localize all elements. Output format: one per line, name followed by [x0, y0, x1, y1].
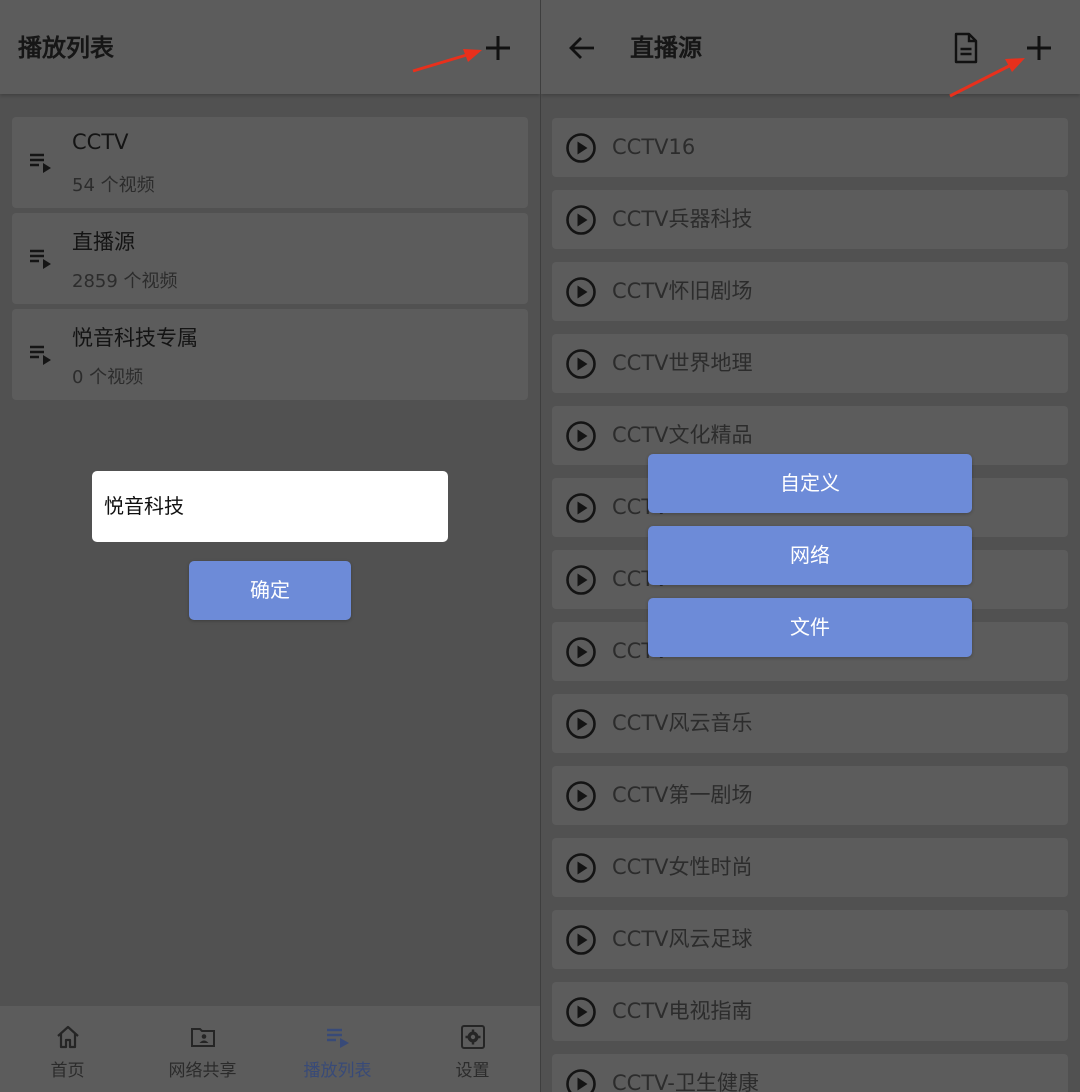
nav-item-playlist[interactable]: 播放列表 — [270, 1006, 405, 1092]
add-icon[interactable] — [1025, 34, 1053, 62]
play-circle-icon — [565, 708, 597, 744]
channel-item[interactable]: CCTV16 — [552, 118, 1068, 177]
channel-label: CCTV-卫生健康 — [612, 1071, 759, 1092]
top-app-bar: 播放列表 — [0, 0, 540, 94]
settings-icon — [460, 1024, 486, 1054]
channel-item[interactable]: CCTV世界地理 — [552, 334, 1068, 393]
play-circle-icon — [565, 636, 597, 672]
channel-item[interactable]: CCTV怀旧剧场 — [552, 262, 1068, 321]
confirm-button[interactable]: 确定 — [189, 561, 351, 620]
play-circle-icon — [565, 348, 597, 384]
play-circle-icon — [565, 276, 597, 312]
playlist-count: 54 个视频 — [72, 175, 155, 196]
play-circle-icon — [565, 852, 597, 888]
nav-item-settings[interactable]: 设置 — [405, 1006, 540, 1092]
channel-item[interactable]: CCTV电视指南 — [552, 982, 1068, 1041]
playlist-icon — [29, 151, 53, 177]
bottom-navigation: 首页 网络共享 播放列表 设置 — [0, 1006, 540, 1092]
playlist-count: 0 个视频 — [72, 367, 144, 388]
menu-item-network[interactable]: 网络 — [648, 526, 972, 585]
play-circle-icon — [565, 996, 597, 1032]
channel-item[interactable]: CCTV第一剧场 — [552, 766, 1068, 825]
playlist-title: 直播源 — [72, 230, 135, 254]
nav-item-network-share[interactable]: 网络共享 — [135, 1006, 270, 1092]
channel-label: CCTV世界地理 — [612, 351, 753, 375]
channel-label: CCTV怀旧剧场 — [612, 279, 753, 303]
playlist-name-input[interactable]: 悦音科技 — [92, 471, 448, 542]
play-circle-icon — [565, 924, 597, 960]
home-icon — [55, 1024, 81, 1054]
playlist-item[interactable]: 直播源 2859 个视频 — [12, 213, 528, 304]
menu-item-custom[interactable]: 自定义 — [648, 454, 972, 513]
channel-item[interactable]: CCTV风云音乐 — [552, 694, 1068, 753]
channel-item[interactable]: CCTV-卫生健康 — [552, 1054, 1068, 1092]
play-circle-icon — [565, 420, 597, 456]
playlist-title: CCTV — [72, 130, 129, 154]
channel-item[interactable]: CCTV风云足球 — [552, 910, 1068, 969]
play-circle-icon — [565, 132, 597, 168]
channel-label: CCTV女性时尚 — [612, 855, 753, 879]
add-icon[interactable] — [484, 34, 512, 62]
page-title: 播放列表 — [18, 34, 114, 62]
channel-label: CCTV第一剧场 — [612, 783, 753, 807]
menu-item-file[interactable]: 文件 — [648, 598, 972, 657]
channel-item[interactable]: CCTV兵器科技 — [552, 190, 1068, 249]
play-circle-icon — [565, 492, 597, 528]
playlist-title: 悦音科技专属 — [72, 326, 198, 350]
playlist-icon — [29, 247, 53, 273]
channel-item[interactable]: CCTV女性时尚 — [552, 838, 1068, 897]
nav-item-home[interactable]: 首页 — [0, 1006, 135, 1092]
play-circle-icon — [565, 564, 597, 600]
playlist-icon — [325, 1024, 351, 1054]
playlist-screen: 播放列表 CCTV 54 个视频 直播源 2859 个视频 悦音科技专属 0 个视频 悦音… — [0, 0, 540, 1092]
playlist-item[interactable]: 悦音科技专属 0 个视频 — [12, 309, 528, 400]
channel-label: CCTV风云足球 — [612, 927, 753, 951]
playlist-item[interactable]: CCTV 54 个视频 — [12, 117, 528, 208]
channel-label: CCTV兵器科技 — [612, 207, 753, 231]
shared-folder-icon — [190, 1024, 216, 1054]
channel-label: CCTV16 — [612, 135, 696, 159]
playlist-count: 2859 个视频 — [72, 271, 178, 292]
play-circle-icon — [565, 204, 597, 240]
channel-label: CCTV电视指南 — [612, 999, 753, 1023]
play-circle-icon — [565, 780, 597, 816]
document-icon[interactable] — [953, 32, 979, 64]
back-arrow-icon[interactable] — [568, 35, 596, 61]
top-app-bar: 直播源 — [541, 0, 1080, 94]
page-title: 直播源 — [630, 34, 702, 62]
playlist-icon — [29, 343, 53, 369]
play-circle-icon — [565, 1068, 597, 1092]
channel-label: CCTV风云音乐 — [612, 711, 753, 735]
